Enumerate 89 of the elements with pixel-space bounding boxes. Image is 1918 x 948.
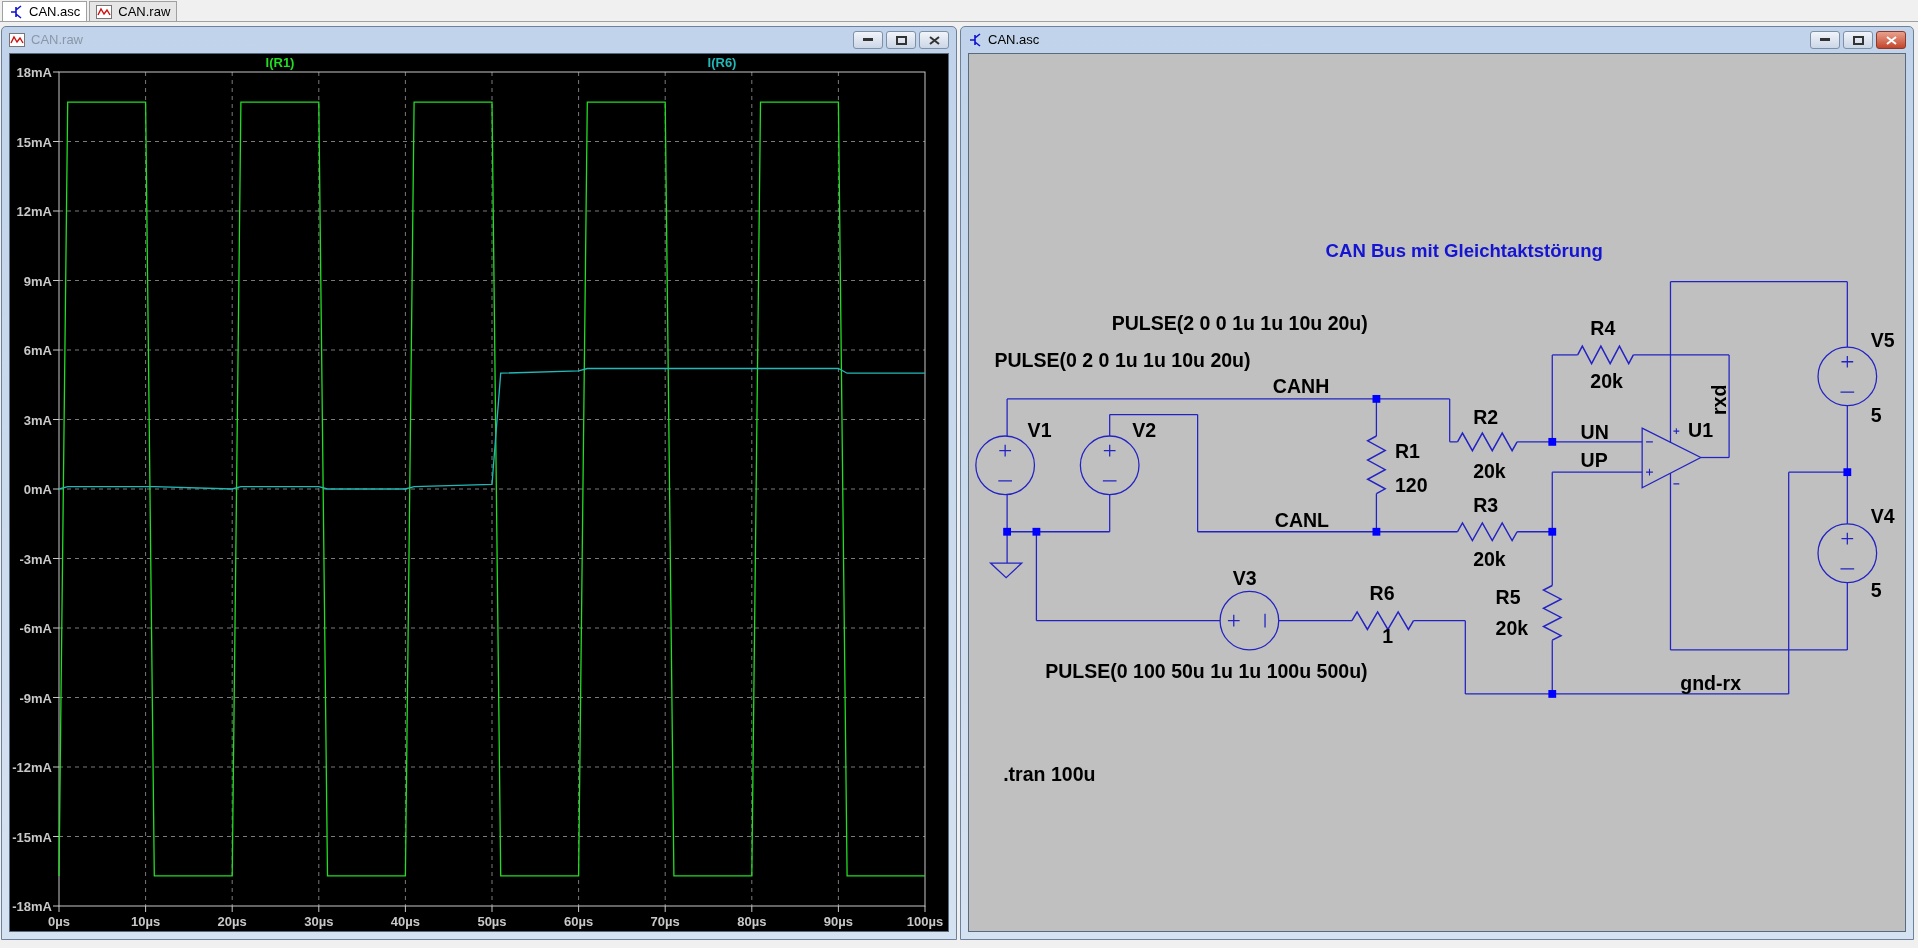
axis-tick-label: 9mA <box>23 273 52 289</box>
component-label[interactable]: V5 <box>1870 329 1895 352</box>
trace-name[interactable]: I(R1) <box>265 55 295 70</box>
component-value[interactable]: 120 <box>1394 473 1428 496</box>
axis-tick-label: 60µs <box>564 914 594 929</box>
source-spec: PULSE(2 0 0 1u 1u 10u 20u) <box>1111 312 1368 335</box>
waveform-icon <box>96 4 113 19</box>
voltage-source-symbol <box>1817 523 1878 584</box>
spice-directive: .tran 100u <box>1003 762 1096 785</box>
restore-icon <box>1852 35 1864 45</box>
trace-name[interactable]: I(R6) <box>707 55 737 70</box>
minimize-icon <box>863 38 873 42</box>
resistor-symbol <box>1351 610 1415 631</box>
component-label[interactable]: V3 <box>1232 567 1257 590</box>
axis-tick-label: -9mA <box>19 690 52 706</box>
schematic-title: CAN Bus mit Gleichtaktstörung <box>1325 240 1603 262</box>
axis-tick-label: -12mA <box>12 760 52 775</box>
resistor-symbol <box>1366 435 1387 495</box>
component-label[interactable]: R6 <box>1369 582 1395 605</box>
component-label[interactable]: R1 <box>1394 440 1420 463</box>
net-label: rxd <box>1708 384 1731 416</box>
component-label[interactable]: R2 <box>1473 406 1499 429</box>
axis-tick-label: 30µs <box>304 914 334 929</box>
axis-tick-label: 70µs <box>650 914 680 929</box>
component-value[interactable]: 20k <box>1473 460 1506 482</box>
axis-tick-label: 10µs <box>131 914 161 929</box>
resistor-symbol <box>1456 521 1518 543</box>
transistor-icon <box>9 4 23 19</box>
voltage-source-symbol <box>975 435 1036 496</box>
component-label[interactable]: V4 <box>1870 504 1895 527</box>
resistor-symbol <box>1576 344 1635 366</box>
ground-icon <box>988 562 1024 579</box>
source-spec: PULSE(0 2 0 1u 1u 10u 20u) <box>994 348 1251 371</box>
restore-button[interactable] <box>886 31 916 49</box>
axis-tick-label: 100µs <box>906 914 944 929</box>
voltage-source-symbol <box>1219 590 1280 651</box>
close-button[interactable] <box>919 31 949 49</box>
resistor-symbol <box>1456 431 1518 453</box>
document-tab[interactable]: CAN.raw <box>89 1 178 21</box>
resistor-symbol <box>1541 584 1563 641</box>
voltage-source-symbol <box>1817 346 1878 407</box>
axis-tick-label: -18mA <box>12 899 52 914</box>
axis-tick-label: -15mA <box>12 829 52 845</box>
restore-button[interactable] <box>1843 31 1873 49</box>
component-value[interactable]: 20k <box>1495 617 1529 640</box>
component-label[interactable]: R5 <box>1495 586 1521 609</box>
axis-tick-label: 20µs <box>217 914 247 929</box>
net-label: CANH <box>1272 375 1330 397</box>
axis-tick-label: -6mA <box>19 621 52 636</box>
waveform-icon <box>9 33 25 47</box>
component-label[interactable]: R3 <box>1473 494 1499 517</box>
source-spec: PULSE(0 100 50u 1u 1u 100u 500u) <box>1045 660 1368 683</box>
axis-tick-label: 15mA <box>16 134 52 150</box>
component-label[interactable]: R4 <box>1590 317 1616 340</box>
component-value[interactable]: 1 <box>1382 625 1394 648</box>
component-value[interactable]: 20k <box>1473 547 1506 570</box>
axis-tick-label: 90µs <box>823 914 853 929</box>
component-value[interactable]: 20k <box>1590 370 1623 393</box>
net-label: UN <box>1580 420 1609 443</box>
close-icon <box>1885 35 1897 45</box>
net-label: CANL <box>1274 508 1330 531</box>
minimize-button[interactable] <box>853 31 883 49</box>
net-label: UP <box>1580 449 1608 472</box>
voltage-source-symbol <box>1079 435 1140 496</box>
axis-tick-label: 40µs <box>390 914 420 929</box>
axis-tick-label: 3mA <box>23 412 52 428</box>
component-label[interactable]: V2 <box>1132 419 1157 441</box>
component-label[interactable]: U1 <box>1688 419 1714 441</box>
close-button[interactable] <box>1876 31 1906 49</box>
axis-tick-label: -3mA <box>19 551 52 567</box>
axis-tick-label: 18mA <box>16 65 52 80</box>
axis-tick-label: 12mA <box>16 204 52 219</box>
axis-tick-label: 0mA <box>23 482 52 497</box>
close-icon <box>928 35 940 45</box>
restore-icon <box>895 35 907 45</box>
axis-tick-label: 50µs <box>477 914 507 929</box>
axis-tick-label: 0µs <box>48 914 70 929</box>
net-label: gnd-rx <box>1680 672 1741 695</box>
minimize-button[interactable] <box>1810 31 1840 49</box>
minimize-icon <box>1820 38 1830 42</box>
document-tab[interactable]: CAN.asc <box>2 1 88 21</box>
axis-tick-label: 6mA <box>23 343 52 358</box>
window-title: CAN.raw <box>31 31 83 50</box>
axis-tick-label: 80µs <box>737 914 767 929</box>
transistor-icon <box>968 33 982 47</box>
component-label[interactable]: V1 <box>1027 419 1052 441</box>
component-value[interactable]: 5 <box>1870 404 1882 427</box>
component-value[interactable]: 5 <box>1870 579 1882 602</box>
window-title: CAN.asc <box>988 31 1040 50</box>
